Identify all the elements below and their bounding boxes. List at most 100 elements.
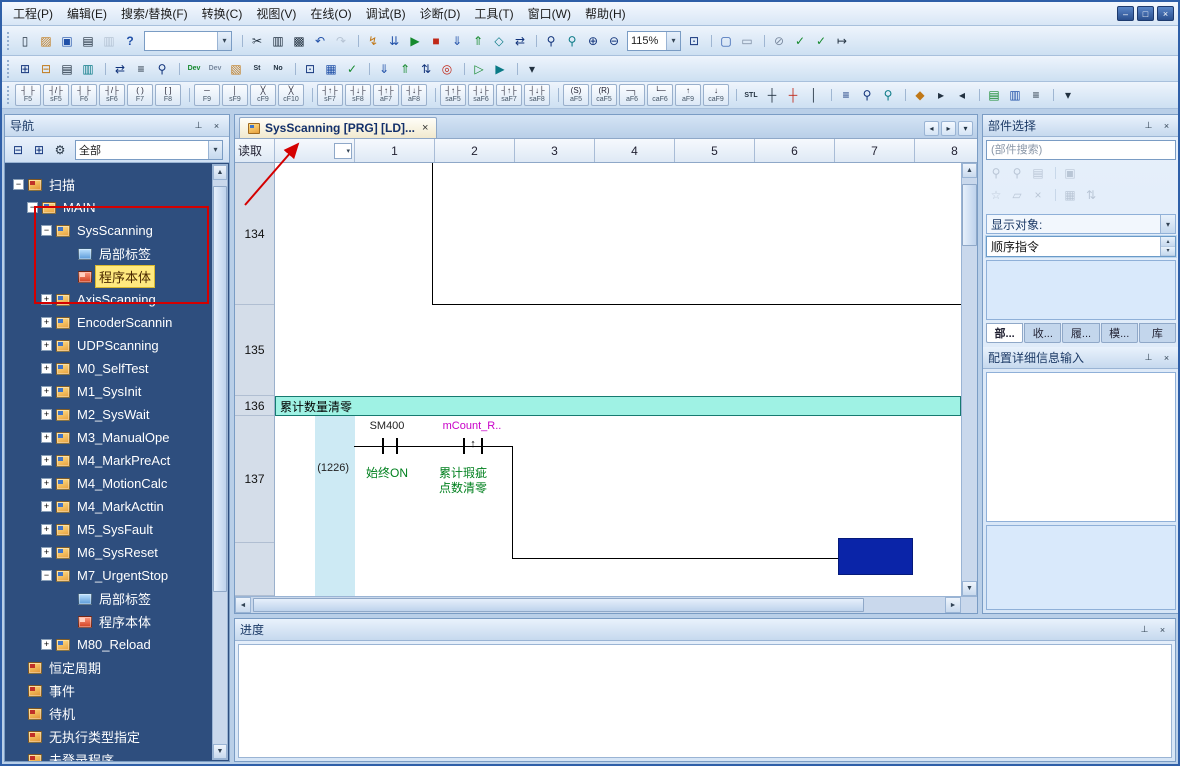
fkey-button[interactable]: ┤↑├ aF7 [373,84,399,106]
tree-expander-icon[interactable]: + [41,386,52,397]
toolbar-overflow-icon[interactable]: ▾ [522,59,542,79]
tree-item[interactable]: − MAIN [5,196,229,219]
tree-expander-icon[interactable]: − [13,179,24,190]
menu-item[interactable]: 视图(V) [249,1,303,26]
write-plc-icon[interactable]: ⇓ [374,59,394,79]
menu-item[interactable]: 窗口(W) [521,1,578,26]
tree-expander-icon[interactable]: − [41,570,52,581]
find-icon[interactable]: ⚲ [541,31,561,51]
tree-filter-combo[interactable]: 全部 ▾ [75,140,223,160]
multi-window-icon[interactable]: ▢ [716,31,736,51]
tree-expander-icon[interactable]: + [41,317,52,328]
tree-item[interactable]: 事件 [5,679,229,702]
print-preview-icon[interactable]: ▥ [99,31,119,51]
tree-item[interactable]: 程序本体 [5,610,229,633]
scrollbar-track[interactable] [962,178,977,581]
find-string-icon[interactable]: ⚲ [857,85,877,105]
fkey-button[interactable]: ↓ caF9 [703,84,729,106]
menu-item[interactable]: 编辑(E) [60,1,114,26]
fkey-button[interactable]: ( ) F7 [127,84,153,106]
tree-view-icon[interactable]: ⊟ [8,140,28,160]
display-format-icon[interactable]: ⊡ [300,59,320,79]
device-display-off-icon[interactable]: Dev [205,59,225,79]
tree-item[interactable]: + M2_SysWait [5,403,229,426]
menu-item[interactable]: 调试(B) [359,1,413,26]
menu-item[interactable]: 转换(C) [195,1,250,26]
tree-item[interactable]: − 扫描 [5,173,229,196]
scrollbar-track[interactable] [251,597,945,613]
fkey-button[interactable]: ╳ cF10 [278,84,304,106]
parts-search-input[interactable] [986,140,1176,160]
scrollbar-track[interactable] [213,180,227,744]
fkey-button[interactable]: │ sF9 [222,84,248,106]
parts-tab[interactable]: 履... [1062,323,1099,343]
cut-icon[interactable]: ✂ [247,31,267,51]
tab-prev-icon[interactable]: ◂ [924,121,939,136]
scroll-down-button[interactable]: ▼ [962,581,977,596]
tree-expander-icon[interactable]: − [27,202,38,213]
device-test-icon[interactable]: ◇ [489,31,509,51]
parts-tab[interactable]: 部... [986,323,1023,343]
zoom-fit-icon[interactable]: ⊡ [684,31,704,51]
statement-display-icon[interactable]: St [247,59,267,79]
tree-item[interactable]: 无执行类型指定 [5,725,229,748]
program-check-icon[interactable]: ✓ [342,59,362,79]
tree-expander-icon[interactable]: + [41,455,52,466]
ladder-block-icon[interactable]: ▦ [321,59,341,79]
fkey-overflow-icon[interactable]: ▾ [1058,85,1078,105]
header-dropdown[interactable]: ▾ [334,143,352,159]
part-find-next-icon[interactable]: ⚲ [1007,163,1027,183]
rung-comment-bar[interactable]: 累计数量清零 [275,396,961,416]
tree-scrollbar[interactable]: ▲ ▼ [212,164,228,760]
menu-item[interactable]: 工程(P) [6,1,60,26]
find-device-icon[interactable]: ⚲ [152,59,172,79]
tree-item[interactable]: 待机 [5,702,229,725]
fkey-button[interactable]: ─┐ aF6 [619,84,645,106]
tab-next-icon[interactable]: ▸ [941,121,956,136]
comment-display-toggle-icon[interactable]: ▧ [226,59,246,79]
remote-operation-icon[interactable]: ◎ [437,59,457,79]
list-view-icon[interactable]: ▦ [1060,185,1080,205]
read-plc-icon[interactable]: ⇑ [395,59,415,79]
part-detail-icon[interactable]: ▤ [1028,163,1048,183]
fkey-button[interactable]: ┤↑├ saF7 [496,84,522,106]
help-icon[interactable]: ? [120,31,140,51]
tree-item[interactable]: + M1_SysInit [5,380,229,403]
scroll-down-button[interactable]: ▼ [213,744,227,759]
output-window-icon[interactable]: ▤ [57,59,77,79]
tree-expander-icon[interactable]: + [41,478,52,489]
jump-next-icon[interactable]: ▸ [931,85,951,105]
tree-expander-icon[interactable]: + [41,547,52,558]
fkey-button[interactable]: ┤/├ sF5 [43,84,69,106]
tab-close-icon[interactable]: × [420,122,428,134]
logic-test-icon[interactable]: ▶ [490,59,510,79]
convert-icon[interactable]: ↯ [363,31,383,51]
tree-item[interactable]: + M4_MarkActtin [5,495,229,518]
close-icon[interactable]: × [209,119,224,133]
pin-icon[interactable]: ⊥ [1137,623,1152,637]
copy-icon[interactable]: ▥ [268,31,288,51]
zoom-combo[interactable]: 115% ▾ [627,31,681,51]
config-detail-input-area[interactable] [986,372,1176,522]
scroll-up-button[interactable]: ▲ [962,163,977,178]
new-group-folder-icon[interactable]: ▱ [1007,185,1027,205]
tree-item[interactable]: − SysScanning [5,219,229,242]
align-icon[interactable]: ≡ [1026,85,1046,105]
find-device2-icon[interactable]: ⚲ [878,85,898,105]
fkey-button[interactable]: ┤↑├ saF5 [440,84,466,106]
menu-item[interactable]: 诊断(D) [413,1,468,26]
combo-arrow-icon[interactable]: ▾ [217,32,231,50]
spin-down-icon[interactable]: ▾ [1161,247,1175,257]
pin-icon[interactable]: ⊥ [1141,351,1156,365]
scrollbar-thumb[interactable] [962,184,977,246]
tree-expander-icon[interactable]: + [41,524,52,535]
fkey-button[interactable]: [ ] F8 [155,84,181,106]
tree-expander-icon[interactable]: + [41,294,52,305]
parts-tab[interactable]: 库 [1139,323,1176,343]
sort-parts-icon[interactable]: ⇅ [1081,185,1101,205]
zoom-in-icon[interactable]: ⊕ [583,31,603,51]
fkey-button[interactable]: ┤↑├ sF7 [317,84,343,106]
fkey-button[interactable]: ┤ ├ F5 [15,84,41,106]
close-icon[interactable]: × [1159,351,1174,365]
combo-arrow-icon[interactable]: ▾ [208,141,222,159]
